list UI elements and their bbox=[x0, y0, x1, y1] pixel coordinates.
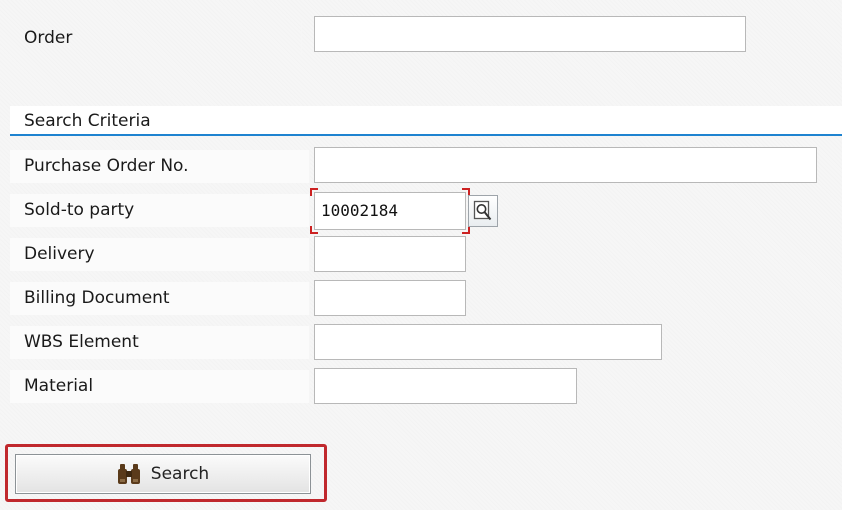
material-label: Material bbox=[10, 370, 310, 403]
focus-corner-bottom-left bbox=[310, 226, 318, 234]
wbs-element-label: WBS Element bbox=[10, 326, 310, 359]
magnifier-icon bbox=[473, 200, 492, 221]
section-title-text: Search Criteria bbox=[24, 111, 151, 131]
wbs-element-input[interactable] bbox=[314, 324, 662, 360]
binoculars-icon bbox=[117, 464, 140, 484]
delivery-input[interactable] bbox=[314, 236, 466, 272]
purchase-order-label: Purchase Order No. bbox=[10, 150, 310, 183]
focus-corner-top-left bbox=[310, 188, 318, 196]
billing-document-input[interactable] bbox=[314, 280, 466, 316]
material-input[interactable] bbox=[314, 368, 577, 404]
focus-corner-bottom-right bbox=[462, 226, 470, 234]
order-label: Order bbox=[10, 22, 302, 55]
sold-to-party-input[interactable]: 10002184 bbox=[314, 192, 466, 230]
order-input[interactable] bbox=[314, 16, 746, 52]
purchase-order-input[interactable] bbox=[314, 147, 817, 183]
billing-document-label: Billing Document bbox=[10, 282, 310, 315]
search-button-label: Search bbox=[150, 464, 210, 484]
sold-to-party-label: Sold-to party bbox=[10, 194, 310, 227]
sold-to-party-value-help-button[interactable] bbox=[468, 195, 498, 227]
section-title-search-criteria: Search Criteria bbox=[10, 106, 842, 136]
delivery-label: Delivery bbox=[10, 238, 310, 271]
search-button[interactable]: Search bbox=[15, 454, 311, 494]
